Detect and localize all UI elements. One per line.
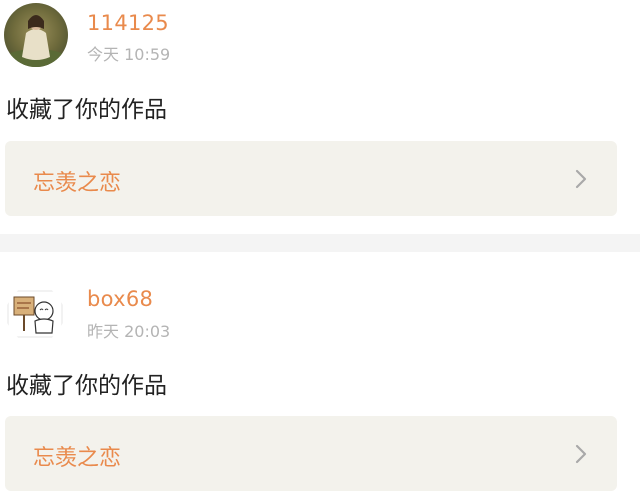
work-card[interactable]: 忘羡之恋	[5, 141, 617, 216]
chevron-right-icon	[575, 444, 587, 464]
username[interactable]: 114125	[87, 11, 169, 35]
work-title: 忘羡之恋	[33, 446, 122, 471]
timestamp: 昨天 20:03	[87, 322, 171, 341]
notification-feed: 114125 今天 10:59 收藏了你的作品 忘羡之恋 box68 昨天 20…	[0, 0, 640, 492]
notification-item: 114125 今天 10:59 收藏了你的作品 忘羡之恋	[0, 0, 640, 232]
user-avatar[interactable]	[6, 285, 64, 343]
user-avatar[interactable]	[4, 3, 68, 67]
work-card[interactable]: 忘羡之恋	[5, 416, 617, 491]
avatar-photo-girl-icon	[4, 3, 68, 67]
action-text: 收藏了你的作品	[6, 97, 167, 123]
section-divider	[0, 234, 640, 252]
timestamp: 今天 10:59	[87, 45, 171, 64]
work-title: 忘羡之恋	[33, 171, 122, 196]
notification-item: box68 昨天 20:03 收藏了你的作品 忘羡之恋	[0, 252, 640, 492]
chevron-right-icon	[575, 169, 587, 189]
avatar-cartoon-sign-icon	[6, 285, 64, 343]
username[interactable]: box68	[87, 287, 153, 311]
action-text: 收藏了你的作品	[6, 373, 167, 399]
